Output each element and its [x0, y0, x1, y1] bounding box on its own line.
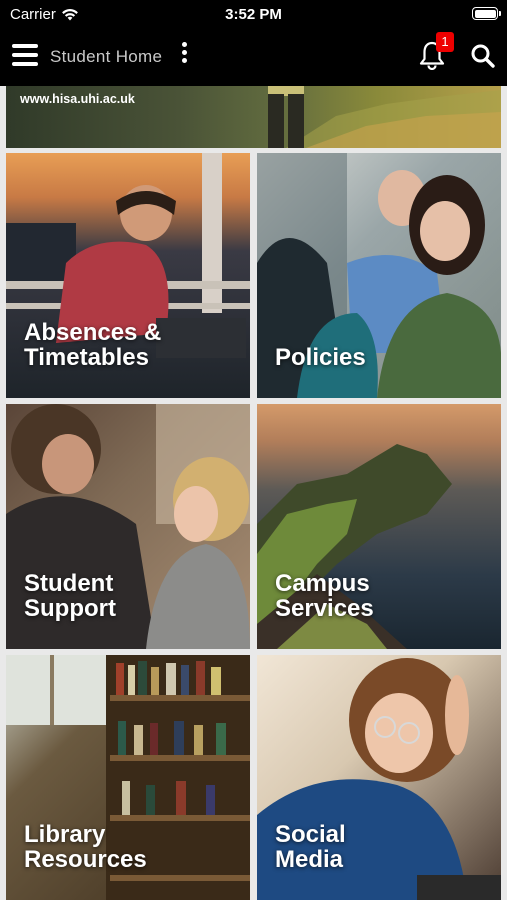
tile-label: Absences & Timetables [24, 319, 162, 371]
tile-student-support[interactable]: Student Support [6, 404, 250, 649]
search-icon [471, 44, 495, 68]
tile-label: Social Media [275, 821, 346, 873]
tile-campus-services[interactable]: Campus Services [257, 404, 501, 649]
battery-icon [472, 7, 501, 20]
clock: 3:52 PM [225, 6, 282, 23]
tile-label: Campus Services [275, 570, 374, 622]
tile-social-media[interactable]: Social Media [257, 655, 501, 900]
tile-label: Library Resources [24, 821, 147, 873]
tile-policies[interactable]: Policies [257, 153, 501, 398]
page-title: Student Home [50, 47, 163, 66]
top-navigation-bar: Student Home 1 [0, 28, 507, 86]
status-bar: Carrier 3:52 PM [0, 0, 507, 28]
tile-label: Student Support [24, 570, 116, 622]
banner-url: www.hisa.uhi.ac.uk [20, 92, 135, 106]
hisa-banner[interactable]: www.hisa.uhi.ac.uk [6, 86, 501, 148]
notifications-button[interactable]: 1 [418, 32, 454, 72]
notification-badge: 1 [436, 32, 454, 52]
tile-absences-timetables[interactable]: Absences & Timetables [6, 153, 250, 398]
more-options-icon[interactable] [178, 42, 190, 68]
search-button[interactable] [469, 42, 497, 70]
hamburger-menu-icon[interactable] [12, 44, 38, 66]
tile-label: Policies [275, 344, 366, 371]
tile-library-resources[interactable]: Library Resources [6, 655, 250, 900]
